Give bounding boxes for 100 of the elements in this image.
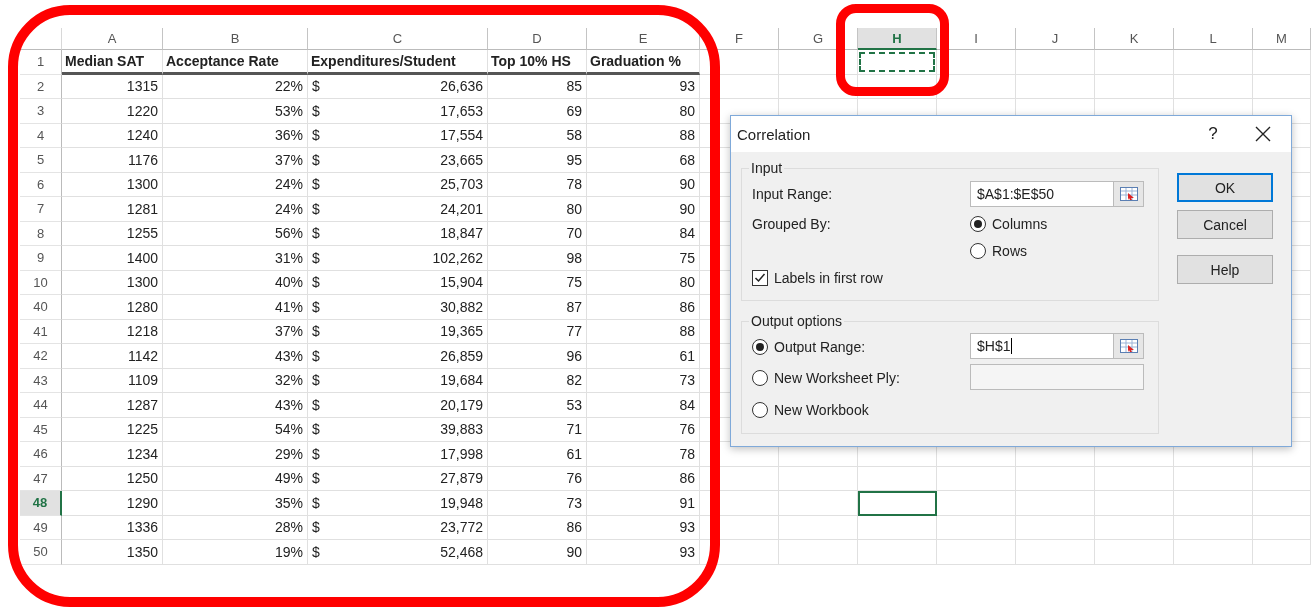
active-cell[interactable]	[858, 491, 937, 516]
empty-cell[interactable]	[700, 466, 779, 491]
empty-cell[interactable]	[937, 50, 1016, 75]
row-header[interactable]: 41	[20, 319, 62, 344]
empty-cell[interactable]	[1095, 466, 1174, 491]
empty-cell[interactable]	[700, 50, 779, 75]
empty-cell[interactable]	[700, 540, 779, 565]
output-range-field[interactable]: $H$1	[970, 333, 1114, 359]
empty-cell[interactable]	[858, 466, 937, 491]
column-header[interactable]: H	[858, 28, 937, 50]
empty-cell[interactable]	[700, 491, 779, 516]
empty-cell[interactable]	[1016, 515, 1095, 540]
empty-cell[interactable]	[1016, 491, 1095, 516]
row-header[interactable]: 9	[20, 246, 62, 271]
empty-cell[interactable]	[779, 540, 858, 565]
row-header[interactable]: 4	[20, 123, 62, 148]
empty-cell[interactable]	[779, 515, 858, 540]
help-button[interactable]: ?	[1193, 124, 1233, 144]
empty-cell[interactable]	[937, 466, 1016, 491]
radio-option[interactable]: Columns	[970, 216, 1048, 232]
column-header[interactable]: A	[62, 28, 163, 50]
row-header[interactable]: 45	[20, 417, 62, 442]
table-cell: 80	[587, 99, 700, 124]
empty-cell[interactable]	[937, 491, 1016, 516]
row-header[interactable]: 5	[20, 148, 62, 173]
range-picker-button[interactable]	[1114, 181, 1144, 207]
row-header[interactable]: 46	[20, 442, 62, 467]
empty-cell[interactable]	[1253, 515, 1311, 540]
table-cell: $ 18,847	[308, 221, 488, 246]
empty-cell[interactable]	[1253, 50, 1311, 75]
row-header[interactable]: 3	[20, 99, 62, 124]
range-picker-button[interactable]	[1114, 333, 1144, 359]
empty-cell[interactable]	[937, 515, 1016, 540]
row-header[interactable]: 50	[20, 540, 62, 565]
empty-cell[interactable]	[1253, 466, 1311, 491]
empty-cell[interactable]	[700, 74, 779, 99]
empty-cell[interactable]	[1095, 515, 1174, 540]
row-header[interactable]: 43	[20, 368, 62, 393]
row-header[interactable]: 10	[20, 270, 62, 295]
empty-cell[interactable]	[779, 491, 858, 516]
empty-cell[interactable]	[1095, 540, 1174, 565]
close-icon[interactable]	[1255, 126, 1271, 142]
dialog-button[interactable]: Help	[1177, 255, 1273, 284]
column-header[interactable]: L	[1174, 28, 1253, 50]
empty-cell[interactable]	[1253, 491, 1311, 516]
radio-option[interactable]: New Workbook	[752, 401, 869, 418]
dialog-button[interactable]: Cancel	[1177, 210, 1273, 239]
column-header[interactable]: I	[937, 28, 1016, 50]
row-header[interactable]: 6	[20, 172, 62, 197]
select-all-corner[interactable]	[20, 28, 62, 50]
dialog-button[interactable]: OK	[1177, 173, 1273, 202]
empty-cell[interactable]	[858, 74, 937, 99]
column-header[interactable]: M	[1253, 28, 1311, 50]
empty-cell[interactable]	[1016, 466, 1095, 491]
table-cell: 1218	[62, 319, 163, 344]
row-header[interactable]: 7	[20, 197, 62, 222]
input-range-field[interactable]: $A$1:$E$50	[970, 181, 1114, 207]
empty-cell[interactable]	[1016, 540, 1095, 565]
empty-cell[interactable]	[1174, 74, 1253, 99]
radio-option[interactable]: New Worksheet Ply:	[752, 369, 900, 386]
row-header[interactable]: 2	[20, 74, 62, 99]
column-header[interactable]: D	[488, 28, 587, 50]
column-header[interactable]: F	[700, 28, 779, 50]
empty-cell[interactable]	[1095, 491, 1174, 516]
empty-cell[interactable]	[1016, 50, 1095, 75]
row-header[interactable]: 40	[20, 295, 62, 320]
empty-cell[interactable]	[779, 466, 858, 491]
empty-cell[interactable]	[858, 515, 937, 540]
empty-cell[interactable]	[1016, 74, 1095, 99]
column-header[interactable]: C	[308, 28, 488, 50]
empty-cell[interactable]	[1253, 74, 1311, 99]
empty-cell[interactable]	[700, 515, 779, 540]
column-header[interactable]: B	[163, 28, 308, 50]
empty-cell[interactable]	[1174, 540, 1253, 565]
empty-cell[interactable]	[858, 540, 937, 565]
worksheet-name-field[interactable]	[970, 364, 1144, 390]
empty-cell[interactable]	[937, 74, 1016, 99]
empty-cell[interactable]	[1253, 540, 1311, 565]
row-header[interactable]: 42	[20, 344, 62, 369]
empty-cell[interactable]	[1174, 50, 1253, 75]
row-header[interactable]: 48	[20, 491, 62, 516]
row-header[interactable]: 1	[20, 50, 62, 75]
column-header[interactable]: E	[587, 28, 700, 50]
radio-option[interactable]: Rows	[970, 243, 1027, 259]
checkbox-option[interactable]: Labels in first row	[752, 270, 883, 286]
empty-cell[interactable]	[1174, 466, 1253, 491]
empty-cell[interactable]	[1095, 50, 1174, 75]
column-header[interactable]: K	[1095, 28, 1174, 50]
empty-cell[interactable]	[779, 50, 858, 75]
table-cell: 84	[587, 221, 700, 246]
row-header[interactable]: 49	[20, 515, 62, 540]
empty-cell[interactable]	[1174, 515, 1253, 540]
empty-cell[interactable]	[779, 74, 858, 99]
row-header[interactable]: 44	[20, 393, 62, 418]
column-header[interactable]: J	[1016, 28, 1095, 50]
empty-cell[interactable]	[1174, 491, 1253, 516]
empty-cell[interactable]	[937, 540, 1016, 565]
row-header[interactable]: 8	[20, 221, 62, 246]
radio-option[interactable]: Output Range:	[752, 338, 866, 355]
empty-cell[interactable]	[1095, 74, 1174, 99]
